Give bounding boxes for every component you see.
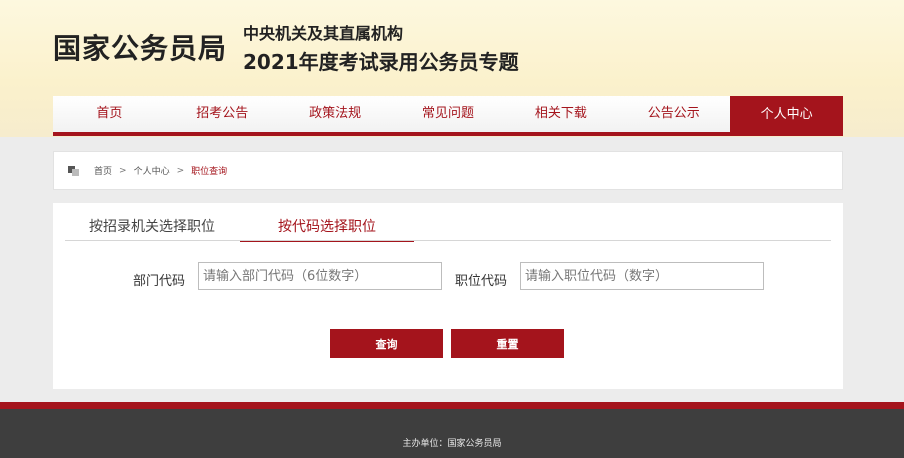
- breadcrumb-personal-center[interactable]: 个人中心: [134, 164, 170, 177]
- breadcrumb-home[interactable]: 首页: [94, 164, 112, 177]
- position-query-panel: 按招录机关选择职位 按代码选择职位 部门代码 职位代码 查询 重置: [53, 203, 843, 389]
- breadcrumb-separator: >: [119, 165, 127, 176]
- site-logo[interactable]: 国家公务员局: [53, 27, 227, 67]
- breadcrumb-separator: >: [176, 165, 185, 176]
- dept-code-label: 部门代码: [133, 274, 186, 289]
- nav-item-downloads[interactable]: 相关下载: [504, 96, 617, 132]
- nav-item-home[interactable]: 首页: [53, 96, 166, 132]
- nav-item-notices[interactable]: 公告公示: [617, 96, 730, 132]
- main-nav: 首页 招考公告 政策法规 常见问题 相关下载 公告公示 个人中心: [53, 96, 844, 136]
- breadcrumb: 首页 > 个人中心 > 职位查询: [53, 151, 843, 190]
- position-code-input[interactable]: [520, 262, 764, 290]
- home-icon: [68, 165, 80, 176]
- position-code-label: 职位代码: [455, 274, 508, 289]
- site-footer: 主办单位：国家公务员局: [0, 409, 904, 458]
- query-button[interactable]: 查询: [330, 329, 443, 358]
- footer-accent-line: [0, 402, 904, 409]
- tab-by-agency[interactable]: 按招录机关选择职位: [65, 216, 239, 241]
- nav-item-personal-center[interactable]: 个人中心: [730, 96, 844, 136]
- nav-item-faq[interactable]: 常见问题: [392, 96, 505, 132]
- dept-code-input[interactable]: [198, 262, 442, 290]
- nav-item-policies[interactable]: 政策法规: [279, 96, 392, 132]
- query-tabs: 按招录机关选择职位 按代码选择职位: [65, 214, 831, 242]
- site-subtitle-org: 中央机关及其直属机构: [243, 24, 404, 43]
- nav-item-announcements[interactable]: 招考公告: [166, 96, 279, 132]
- reset-button[interactable]: 重置: [451, 329, 564, 358]
- breadcrumb-current: 职位查询: [191, 167, 228, 177]
- footer-organizer: 主办单位：国家公务员局: [402, 439, 502, 449]
- tab-by-code[interactable]: 按代码选择职位: [240, 216, 414, 242]
- site-subtitle-topic: 2021年度考试录用公务员专题: [243, 50, 519, 74]
